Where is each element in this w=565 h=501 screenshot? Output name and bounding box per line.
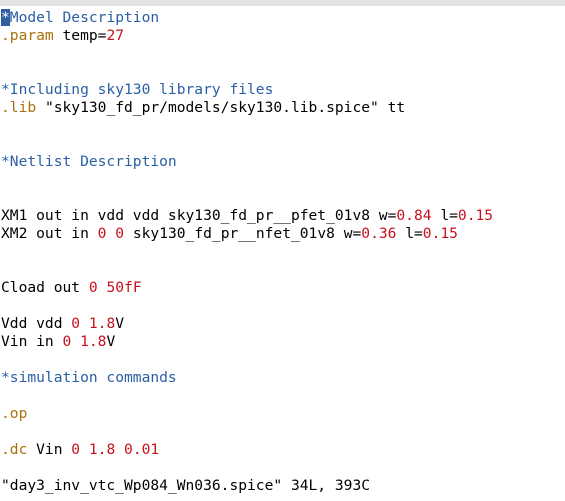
number-literal: 0	[115, 225, 125, 242]
editor-line-15	[0, 261, 565, 279]
status-line: "day3_inv_vtc_Wp084_Wn036.spice" 34L, 39…	[1, 477, 371, 494]
unit-suffix: V	[115, 315, 125, 332]
editor-line-14	[0, 243, 565, 261]
code-text: Vin	[27, 441, 72, 458]
code-text: XM2 out in	[1, 225, 98, 242]
editor-line-9: *Netlist Description	[1, 153, 177, 170]
code-text: temp=	[53, 27, 107, 44]
editor-line-4	[0, 63, 565, 81]
editor-line-1: *Model Description	[0, 9, 565, 27]
number-literal: 50	[106, 279, 125, 296]
number-literal: 0	[71, 315, 81, 332]
editor-line-20	[0, 351, 565, 369]
editor-line-6: .lib "sky130_fd_pr/models/sky130.lib.spi…	[0, 99, 565, 117]
code-text: sky130_fd_pr__nfet_01v8 w=	[124, 225, 362, 242]
code-text: l=	[431, 207, 458, 224]
editor-line-7	[0, 117, 565, 135]
number-literal: 0.15	[457, 207, 494, 224]
window-title-bar	[0, 0, 565, 6]
text-editor[interactable]: *Model Description .param temp=27 *Inclu…	[0, 9, 565, 459]
editor-line-5: *Including sky130 library files	[1, 81, 274, 98]
comment-text: Model Description	[9, 9, 160, 26]
number-literal: 0	[62, 333, 72, 350]
editor-line-17	[0, 297, 565, 315]
directive-keyword: .dc	[1, 441, 28, 458]
number-literal: 1.8	[80, 333, 107, 350]
code-text: "sky130_fd_pr/models/sky130.lib.spice" t…	[36, 99, 406, 116]
editor-line-22	[0, 387, 565, 405]
text-cursor: *	[1, 9, 10, 26]
editor-line-21: *simulation commands	[1, 369, 177, 386]
editor-line-13: XM2 out in 0 0 sky130_fd_pr__nfet_01v8 w…	[0, 225, 565, 243]
editor-line-10	[0, 171, 565, 189]
number-literal: 1.8	[88, 315, 116, 332]
directive-keyword: .lib	[1, 99, 37, 116]
editor-line-24	[0, 423, 565, 441]
code-text: XM1 out in vdd vdd sky130_fd_pr__pfet_01…	[1, 207, 397, 224]
number-literal: 0.36	[361, 225, 397, 242]
number-literal: 0.15	[422, 225, 458, 242]
editor-line-11	[0, 189, 565, 207]
editor-line-19: Vin in 0 1.8V	[0, 333, 565, 351]
number-literal: 1.8	[88, 441, 116, 458]
code-text: l=	[396, 225, 423, 242]
editor-line-12: XM1 out in vdd vdd sky130_fd_pr__pfet_01…	[0, 207, 565, 225]
editor-line-2: .param temp=27	[0, 27, 565, 45]
editor-line-18: Vdd vdd 0 1.8V	[0, 315, 565, 333]
editor-line-3	[0, 45, 565, 63]
unit-suffix: fF	[124, 279, 142, 296]
number-literal: 0	[71, 441, 81, 458]
unit-suffix: V	[106, 333, 116, 350]
editor-line-8	[0, 135, 565, 153]
editor-line-25: .dc Vin 0 1.8 0.01	[0, 441, 565, 459]
number-literal: 27	[106, 27, 125, 44]
number-literal: 0	[88, 279, 98, 296]
code-text: Cload out	[1, 279, 89, 296]
code-text: Vin in	[1, 333, 63, 350]
editor-line-23: .op	[1, 405, 28, 422]
number-literal: 0.84	[396, 207, 432, 224]
directive-keyword: .param	[1, 27, 54, 44]
code-text: Vdd vdd	[1, 315, 72, 332]
number-literal: 0.01	[124, 441, 160, 458]
editor-line-16: Cload out 0 50fF	[0, 279, 565, 297]
